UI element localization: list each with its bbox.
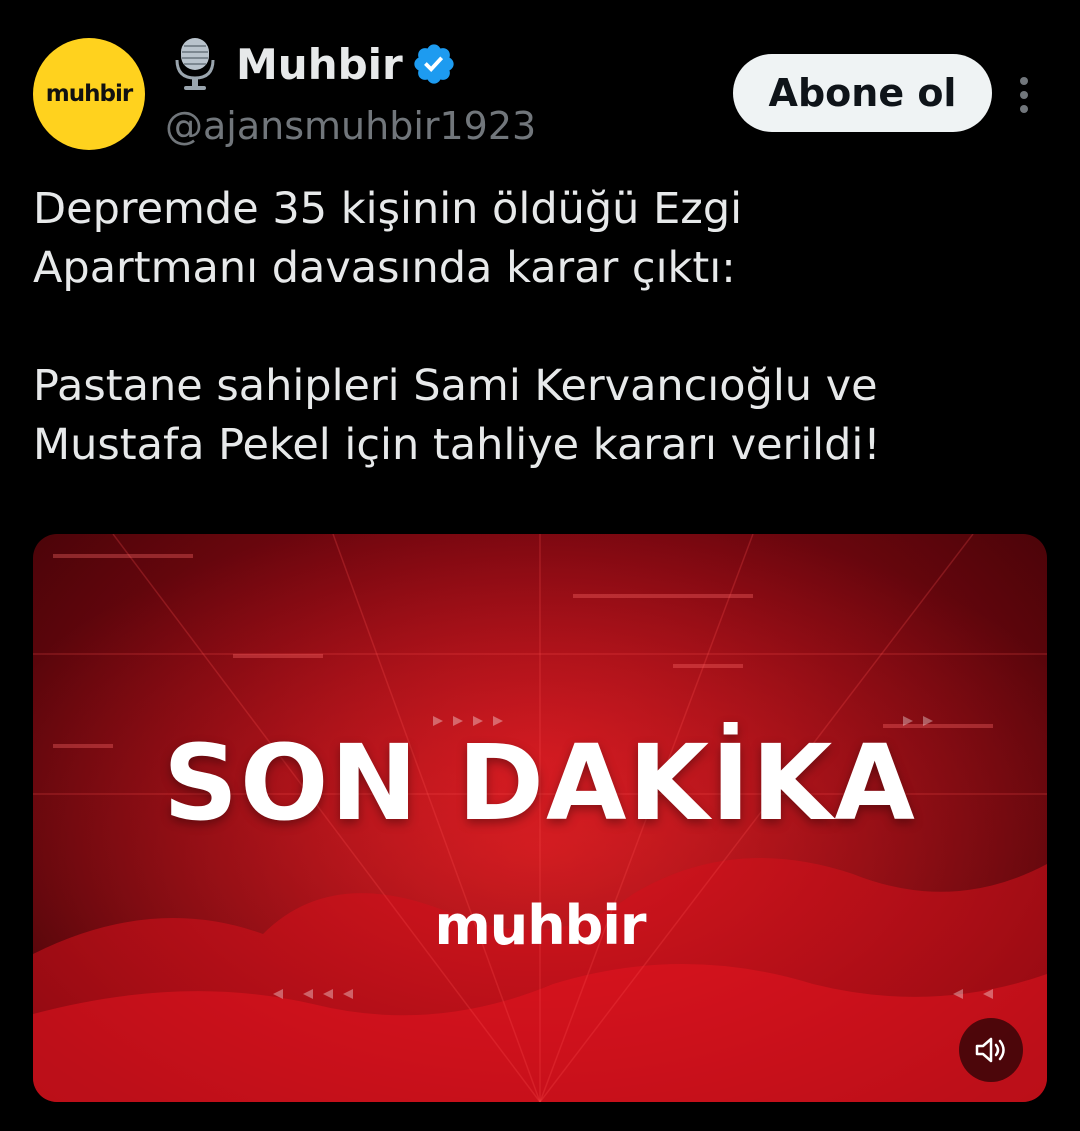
avatar-logo: muhbir <box>45 81 133 107</box>
tweet-paragraph: Pastane sahipleri Sami Kervancıoğlu ve M… <box>33 361 881 470</box>
more-options-icon[interactable] <box>1010 73 1038 117</box>
media-headline: SON DAKİKA <box>163 722 917 844</box>
tweet-media-video[interactable]: SON DAKİKA muhbir <box>33 534 1047 1102</box>
sound-toggle-button[interactable] <box>959 1018 1023 1082</box>
microphone-icon <box>175 38 215 90</box>
display-name[interactable]: Muhbir <box>236 40 403 89</box>
tweet-paragraph: Depremde 35 kişinin öldüğü Ezgi Apartman… <box>33 184 743 293</box>
account-name-row[interactable]: Muhbir <box>172 36 457 92</box>
media-brand-logo: muhbir <box>434 894 647 957</box>
account-handle[interactable]: @ajansmuhbir1923 <box>165 104 536 148</box>
avatar[interactable]: muhbir <box>33 38 145 150</box>
speaker-muted-icon <box>975 1037 1005 1063</box>
verified-badge-icon <box>414 44 454 84</box>
tweet-text: Depremde 35 kişinin öldüğü Ezgi Apartman… <box>33 180 1043 475</box>
follow-button[interactable]: Abone ol <box>733 54 992 132</box>
